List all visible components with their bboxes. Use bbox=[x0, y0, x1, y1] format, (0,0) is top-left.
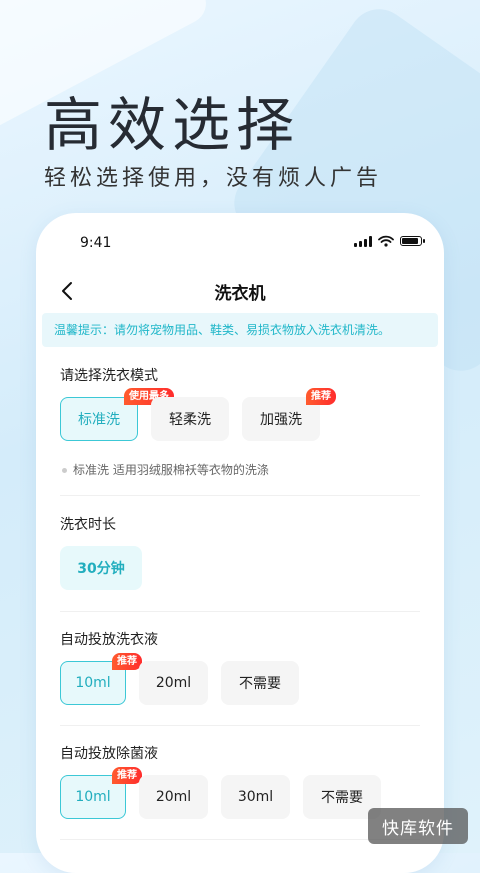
status-time: 9:41 bbox=[80, 235, 112, 251]
badge-recommended: 推荐 bbox=[112, 767, 142, 784]
divider bbox=[60, 611, 420, 612]
promo-headline: 高效选择 bbox=[44, 91, 301, 159]
detergent-option-20ml[interactable]: 20ml bbox=[139, 661, 208, 705]
divider bbox=[60, 839, 420, 840]
mode-hint: 标准洗 适用羽绒服棉袄等衣物的洗涤 bbox=[62, 461, 269, 478]
duration-section-title: 洗衣时长 bbox=[60, 517, 116, 533]
divider bbox=[60, 495, 420, 496]
detergent-option-none[interactable]: 不需要 bbox=[221, 661, 299, 705]
status-icons bbox=[354, 235, 425, 247]
badge-recommended: 推荐 bbox=[112, 653, 142, 670]
mode-option-gentle[interactable]: 轻柔洗 bbox=[151, 397, 229, 441]
duration-option[interactable]: 30分钟 bbox=[60, 546, 142, 590]
mode-section-title: 请选择洗衣模式 bbox=[60, 368, 158, 384]
phone-mockup: 9:41 洗衣机 温馨提示：请勿将宠物用品、鞋类、易损衣物放入洗衣机清洗。 请选… bbox=[36, 213, 444, 873]
disinfectant-option-20ml[interactable]: 20ml bbox=[139, 775, 208, 819]
battery-icon bbox=[400, 236, 425, 246]
detergent-section-title: 自动投放洗衣液 bbox=[60, 632, 158, 648]
navbar: 洗衣机 bbox=[36, 273, 444, 305]
disinfectant-section-title: 自动投放除菌液 bbox=[60, 746, 158, 762]
badge-recommended: 推荐 bbox=[306, 388, 336, 405]
watermark: 快库软件 bbox=[368, 808, 468, 844]
disinfectant-option-30ml[interactable]: 30ml bbox=[221, 775, 290, 819]
tip-banner: 温馨提示：请勿将宠物用品、鞋类、易损衣物放入洗衣机清洗。 bbox=[42, 313, 438, 347]
wifi-icon bbox=[378, 235, 394, 247]
page-title: 洗衣机 bbox=[214, 284, 266, 304]
divider bbox=[60, 725, 420, 726]
signal-icon bbox=[354, 235, 372, 247]
promo-subline: 轻松选择使用，没有烦人广告 bbox=[44, 166, 383, 191]
